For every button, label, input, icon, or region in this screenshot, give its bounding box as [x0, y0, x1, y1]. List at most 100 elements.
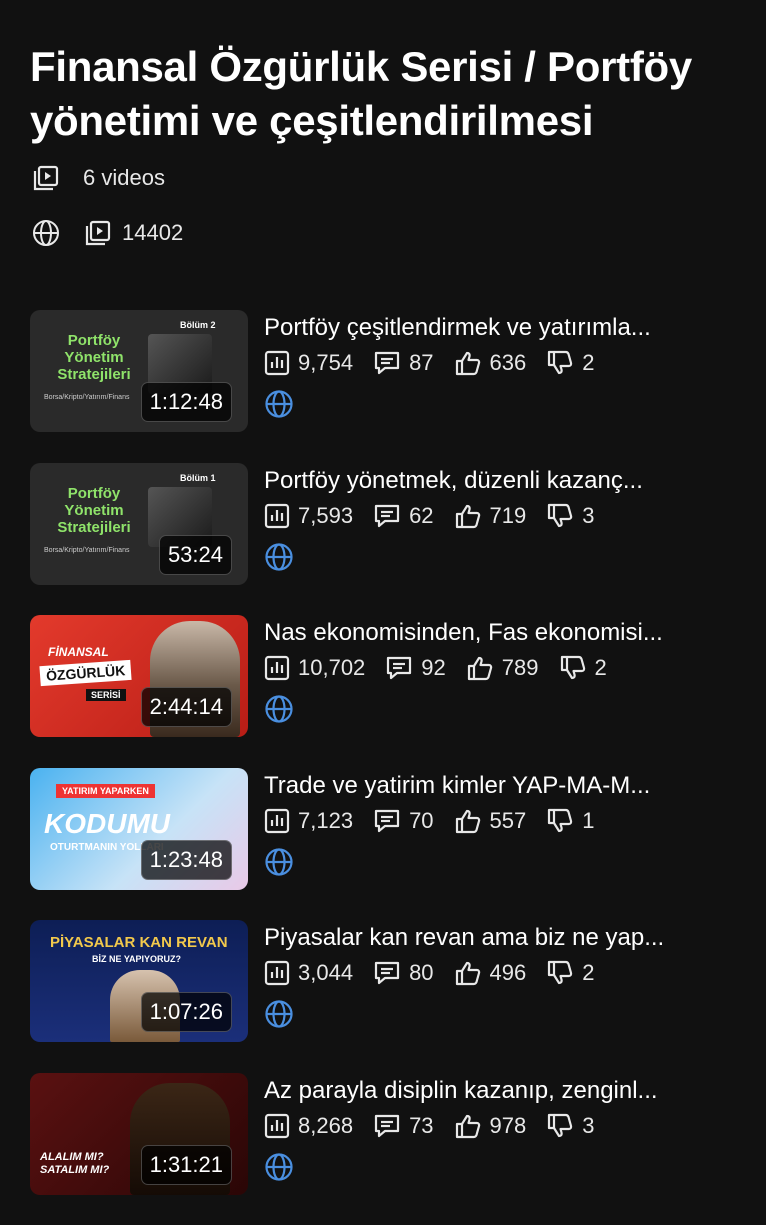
video-stats: 8,268 73 978: [264, 1113, 615, 1139]
likes-stat: 496: [454, 960, 527, 986]
dislikes-stat: 1: [546, 808, 594, 834]
video-thumbnail[interactable]: ALALIM MI? SATALIM MI? 1:31:21: [30, 1073, 248, 1195]
comment-icon: [373, 350, 401, 376]
video-duration: 53:24: [159, 535, 232, 575]
thumbnail-badge: Bölüm 2: [180, 320, 216, 330]
video-duration: 1:07:26: [141, 992, 232, 1032]
globe-icon[interactable]: [264, 542, 294, 572]
video-item[interactable]: Portföy Yönetim StratejileriBölüm 2Borsa…: [30, 310, 750, 463]
thumbnail-footer: Borsa/Kripto/Yatırım/Finans: [44, 547, 129, 554]
globe-icon[interactable]: [32, 219, 60, 247]
dislikes-stat: 3: [546, 503, 594, 529]
comment-icon: [373, 503, 401, 529]
bar-chart-icon: [264, 808, 290, 834]
video-stats: 10,702 92 789: [264, 655, 627, 681]
dislikes-stat: 2: [546, 960, 594, 986]
globe-icon[interactable]: [264, 1152, 294, 1182]
video-list: Portföy Yönetim StratejileriBölüm 2Borsa…: [30, 310, 750, 1225]
thumbs-up-icon[interactable]: [454, 1113, 482, 1139]
globe-icon[interactable]: [264, 999, 294, 1029]
video-title[interactable]: Nas ekonomisinden, Fas ekonomisi...: [264, 617, 744, 649]
thumbs-up-icon[interactable]: [454, 350, 482, 376]
video-item[interactable]: ALALIM MI? SATALIM MI? 1:31:21 Az parayl…: [30, 1073, 750, 1225]
views-count: 8,268: [298, 1113, 353, 1139]
video-duration: 1:31:21: [141, 1145, 232, 1185]
video-item[interactable]: PİYASALAR KAN REVANBİZ NE YAPIYORUZ? 1:0…: [30, 920, 750, 1073]
likes-count: 496: [490, 960, 527, 986]
globe-icon[interactable]: [264, 389, 294, 419]
views-count: 7,123: [298, 808, 353, 834]
views-count: 9,754: [298, 350, 353, 376]
video-item[interactable]: Portföy Yönetim StratejileriBölüm 1Borsa…: [30, 463, 750, 616]
playlist-title: Finansal Özgürlük Serisi / Portföy yönet…: [30, 40, 750, 148]
thumbs-down-icon[interactable]: [546, 350, 574, 376]
thumbnail-subtitle: ÖZGÜRLÜK: [39, 660, 132, 686]
bar-chart-icon: [264, 1113, 290, 1139]
comments-stat: 92: [385, 655, 445, 681]
likes-stat: 719: [454, 503, 527, 529]
thumbs-down-icon[interactable]: [546, 503, 574, 529]
video-title[interactable]: Az parayla disiplin kazanıp, zenginl...: [264, 1075, 744, 1107]
comment-icon: [385, 655, 413, 681]
thumbs-up-icon[interactable]: [454, 503, 482, 529]
dislikes-count: 1: [582, 808, 594, 834]
comments-stat: 73: [373, 1113, 433, 1139]
comments-count: 62: [409, 503, 433, 529]
likes-count: 719: [490, 503, 527, 529]
video-item[interactable]: YATIRIM YAPARKENKODUMUOTURTMANIN YOLLARI…: [30, 768, 750, 921]
dislikes-stat: 2: [546, 350, 594, 376]
dislikes-count: 2: [595, 655, 607, 681]
playlist-icon: [84, 219, 112, 247]
thumbnail-headline: FİNANSAL: [48, 645, 109, 659]
thumbs-down-icon[interactable]: [546, 1113, 574, 1139]
bar-chart-icon: [264, 350, 290, 376]
bar-chart-icon: [264, 655, 290, 681]
video-item[interactable]: FİNANSALÖZGÜRLÜKSERİSİ 2:44:14 Nas ekono…: [30, 615, 750, 768]
comments-count: 92: [421, 655, 445, 681]
thumbs-down-icon[interactable]: [546, 960, 574, 986]
dislikes-count: 3: [582, 1113, 594, 1139]
thumbs-up-icon[interactable]: [454, 808, 482, 834]
video-thumbnail[interactable]: PİYASALAR KAN REVANBİZ NE YAPIYORUZ? 1:0…: [30, 920, 248, 1042]
dislikes-stat: 3: [546, 1113, 594, 1139]
likes-stat: 557: [454, 808, 527, 834]
playlist-stats-row: 14402: [32, 219, 183, 247]
thumbs-up-icon[interactable]: [454, 960, 482, 986]
video-title[interactable]: Portföy yönetmek, düzenli kazanç...: [264, 465, 744, 497]
views-stat: 9,754: [264, 350, 353, 376]
thumbs-up-icon[interactable]: [466, 655, 494, 681]
likes-count: 557: [490, 808, 527, 834]
likes-stat: 789: [466, 655, 539, 681]
thumbs-down-icon[interactable]: [559, 655, 587, 681]
playlist-icon: [32, 164, 60, 192]
likes-count: 636: [490, 350, 527, 376]
views-count: 3,044: [298, 960, 353, 986]
dislikes-stat: 2: [559, 655, 607, 681]
comment-icon: [373, 808, 401, 834]
video-title[interactable]: Piyasalar kan revan ama biz ne yap...: [264, 922, 744, 954]
dislikes-count: 2: [582, 960, 594, 986]
video-title[interactable]: Trade ve yatirim kimler YAP-MA-M...: [264, 770, 744, 802]
likes-stat: 636: [454, 350, 527, 376]
comments-count: 80: [409, 960, 433, 986]
comments-count: 70: [409, 808, 433, 834]
thumbnail-subtitle-2: SERİSİ: [86, 689, 126, 701]
video-thumbnail[interactable]: YATIRIM YAPARKENKODUMUOTURTMANIN YOLLARI…: [30, 768, 248, 890]
views-count: 10,702: [298, 655, 365, 681]
thumbs-down-icon[interactable]: [546, 808, 574, 834]
video-title[interactable]: Portföy çeşitlendirmek ve yatırımla...: [264, 312, 744, 344]
video-thumbnail[interactable]: Portföy Yönetim StratejileriBölüm 1Borsa…: [30, 463, 248, 585]
comments-stat: 87: [373, 350, 433, 376]
thumbnail-headline: ALALIM MI? SATALIM MI?: [40, 1151, 110, 1177]
comments-count: 73: [409, 1113, 433, 1139]
video-thumbnail[interactable]: Portföy Yönetim StratejileriBölüm 2Borsa…: [30, 310, 248, 432]
video-stats: 9,754 87 636: [264, 350, 615, 376]
likes-count: 978: [490, 1113, 527, 1139]
globe-icon[interactable]: [264, 694, 294, 724]
video-thumbnail[interactable]: FİNANSALÖZGÜRLÜKSERİSİ 2:44:14: [30, 615, 248, 737]
globe-icon[interactable]: [264, 847, 294, 877]
bar-chart-icon: [264, 503, 290, 529]
video-stats: 3,044 80 496: [264, 960, 615, 986]
video-count: 6 videos: [83, 165, 165, 191]
video-duration: 1:23:48: [141, 840, 232, 880]
